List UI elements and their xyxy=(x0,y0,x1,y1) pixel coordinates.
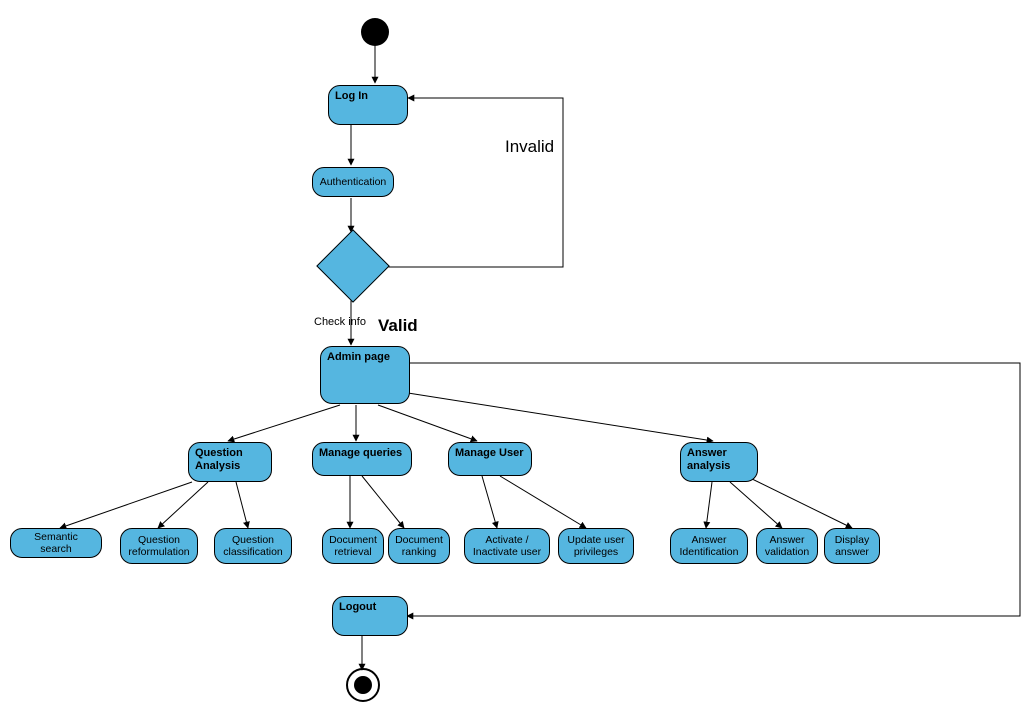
node-manage-queries-label: Manage queries xyxy=(319,447,402,459)
node-question-reformulation: Question reformulation xyxy=(120,528,198,564)
edges-layer xyxy=(0,0,1031,701)
label-invalid: Invalid xyxy=(505,137,554,157)
node-question-analysis: Question Analysis xyxy=(188,442,272,482)
node-answer-identification-label: Answer Identification xyxy=(677,534,741,558)
node-answer-validation-label: Answer validation xyxy=(763,534,811,558)
node-document-ranking: Document ranking xyxy=(388,528,450,564)
node-manage-user: Manage User xyxy=(448,442,532,476)
node-document-retrieval: Document retrieval xyxy=(322,528,384,564)
node-answer-identification: Answer Identification xyxy=(670,528,748,564)
node-question-classification-label: Question classification xyxy=(221,534,285,558)
node-admin-label: Admin page xyxy=(327,351,390,363)
node-admin-page: Admin page xyxy=(320,346,410,404)
node-activate-user-label: Activate / Inactivate user xyxy=(471,534,543,558)
node-answer-validation: Answer validation xyxy=(756,528,818,564)
node-update-privileges-label: Update user privileges xyxy=(565,534,627,558)
final-node-dot xyxy=(354,676,372,694)
node-login-label: Log In xyxy=(335,90,368,102)
node-update-privileges: Update user privileges xyxy=(558,528,634,564)
label-check-info: Check info xyxy=(314,316,366,328)
node-authentication-label: Authentication xyxy=(320,176,387,188)
node-document-ranking-label: Document ranking xyxy=(395,534,443,558)
node-document-retrieval-label: Document retrieval xyxy=(329,534,377,558)
node-question-analysis-label: Question Analysis xyxy=(195,447,243,472)
node-semantic-search-label: Semantic search xyxy=(17,531,95,555)
node-logout: Logout xyxy=(332,596,408,636)
node-login: Log In xyxy=(328,85,408,125)
node-answer-analysis-label: Answer analysis xyxy=(687,447,730,472)
node-question-classification: Question classification xyxy=(214,528,292,564)
final-node xyxy=(346,668,380,702)
node-activate-user: Activate / Inactivate user xyxy=(464,528,550,564)
node-manage-user-label: Manage User xyxy=(455,447,523,459)
node-answer-analysis: Answer analysis xyxy=(680,442,758,482)
node-manage-queries: Manage queries xyxy=(312,442,412,476)
node-logout-label: Logout xyxy=(339,601,376,613)
node-display-answer: Display answer xyxy=(824,528,880,564)
activity-diagram: Log In Authentication Invalid Check info… xyxy=(0,0,1031,701)
initial-node xyxy=(361,18,389,46)
node-display-answer-label: Display answer xyxy=(831,534,873,558)
node-semantic-search: Semantic search xyxy=(10,528,102,558)
node-authentication: Authentication xyxy=(312,167,394,197)
node-question-reformulation-label: Question reformulation xyxy=(127,534,191,558)
label-valid: Valid xyxy=(378,316,418,336)
